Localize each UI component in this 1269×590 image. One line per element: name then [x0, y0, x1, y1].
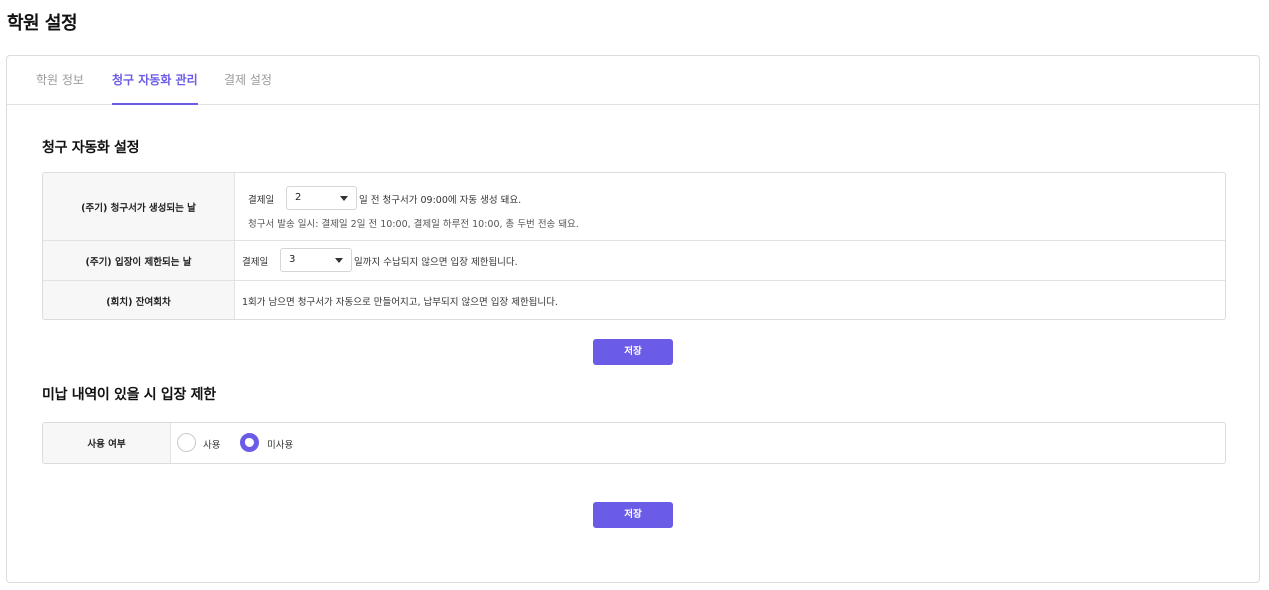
save-billing-button[interactable]: 저장: [593, 339, 673, 365]
unpaid-restriction-table: 사용 여부 사용 미사용: [42, 422, 1226, 464]
table-row: 사용 여부 사용 미사용: [43, 423, 1225, 463]
settings-card: 학원 정보 청구 자동화 관리 결제 설정 청구 자동화 설정 (주기) 청구서…: [6, 55, 1260, 583]
invoice-send-note: 청구서 발송 일시: 결제일 2일 전 10:00, 결제일 하루전 10:00…: [248, 219, 579, 230]
row-header-entry-restrict-day: (주기) 입장이 제한되는 날: [43, 241, 235, 280]
row-cell-remaining-sessions: 1회가 남으면 청구서가 자동으로 만들어지고, 납부되지 않으면 입장 제한됩…: [235, 281, 1225, 319]
row-header-use-status: 사용 여부: [43, 423, 171, 463]
invoice-day-suffix: 일 전 청구서가 09:00에 자동 생성 돼요.: [359, 195, 522, 206]
page-title: 학원 설정: [7, 13, 78, 34]
tab-academy-info[interactable]: 학원 정보: [36, 71, 84, 105]
table-row: (주기) 청구서가 생성되는 날 결제일 2 일 전 청구서가 09:00에 자…: [43, 173, 1225, 241]
table-row: (회치) 잔여회차 1회가 남으면 청구서가 자동으로 만들어지고, 납부되지 …: [43, 281, 1225, 319]
radio-use[interactable]: [177, 433, 196, 452]
restrict-days-select[interactable]: 3: [280, 248, 352, 272]
radio-use-label: 사용: [203, 440, 221, 451]
restrict-day-suffix: 일까지 수납되지 않으면 입장 제한됩니다.: [354, 257, 518, 268]
tab-bar: 학원 정보 청구 자동화 관리 결제 설정: [7, 56, 1259, 105]
chevron-down-icon: [335, 258, 343, 263]
tab-billing-automation[interactable]: 청구 자동화 관리: [112, 71, 198, 105]
payment-day-label: 결제일: [248, 195, 275, 206]
row-cell-use-status: 사용 미사용: [171, 423, 1225, 463]
unpaid-restriction-title: 미납 내역이 있을 시 입장 제한: [42, 387, 216, 403]
invoice-days-value: 2: [295, 192, 302, 203]
row-cell-invoice-day: 결제일 2 일 전 청구서가 09:00에 자동 생성 돼요. 청구서 발송 일…: [235, 173, 1225, 240]
tab-payment-settings[interactable]: 결제 설정: [224, 71, 272, 105]
row-cell-entry-restrict-day: 결제일 3 일까지 수납되지 않으면 입장 제한됩니다.: [235, 241, 1225, 280]
radio-not-use[interactable]: [240, 433, 259, 452]
radio-not-use-label: 미사용: [267, 440, 294, 451]
table-row: (주기) 입장이 제한되는 날 결제일 3 일까지 수납되지 않으면 입장 제한…: [43, 241, 1225, 281]
invoice-days-select[interactable]: 2: [286, 186, 357, 210]
row-header-remaining-sessions: (회치) 잔여회차: [43, 281, 235, 319]
chevron-down-icon: [340, 196, 348, 201]
restrict-days-value: 3: [289, 254, 296, 265]
remaining-sessions-text: 1회가 남으면 청구서가 자동으로 만들어지고, 납부되지 않으면 입장 제한됩…: [242, 297, 558, 308]
billing-automation-title: 청구 자동화 설정: [42, 140, 140, 156]
billing-automation-table: (주기) 청구서가 생성되는 날 결제일 2 일 전 청구서가 09:00에 자…: [42, 172, 1226, 320]
payment-day-label: 결제일: [242, 257, 269, 268]
save-restriction-button[interactable]: 저장: [593, 502, 673, 528]
row-header-invoice-day: (주기) 청구서가 생성되는 날: [43, 173, 235, 240]
